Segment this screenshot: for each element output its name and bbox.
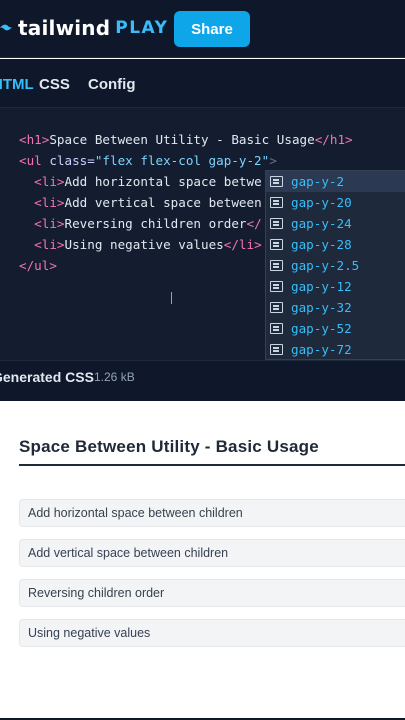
autocomplete-list[interactable]: gap-y-2 gap-y-20 gap-y-24 gap-y-28 gap-y… (265, 170, 405, 360)
code-line[interactable]: <li>Reversing children order</ (19, 213, 262, 234)
autocomplete-label: gap-y-32 (291, 300, 352, 315)
class-text-icon (270, 239, 283, 250)
tab-html[interactable]: HTML (0, 76, 34, 93)
generated-css-label[interactable]: Generated CSS (0, 369, 94, 385)
autocomplete-item[interactable]: gap-y-24 (266, 213, 405, 234)
autocomplete-item[interactable]: gap-y-2.5 (266, 255, 405, 276)
autocomplete-label: gap-y-12 (291, 279, 352, 294)
logo-play-text: PLAY (115, 18, 169, 38)
mouse-cursor-icon (171, 292, 173, 304)
list-item: Add vertical space between children (19, 539, 405, 567)
preview-pane: Space Between Utility - Basic Usage Add … (0, 401, 405, 718)
generated-css-size: 1.26 kB (94, 370, 135, 384)
code-token: Using negative values (64, 237, 224, 252)
autocomplete-item[interactable]: gap-y-20 (266, 192, 405, 213)
code-token: Space Between Utility - Basic Usage (49, 132, 315, 147)
logo-wordmark: tailwind (18, 16, 111, 40)
autocomplete-item[interactable]: gap-y-72 (266, 339, 405, 360)
code-token: <ul (19, 153, 42, 168)
code-token: <li> (34, 216, 65, 231)
list-item: Using negative values (19, 619, 405, 647)
class-text-icon (270, 323, 283, 334)
code-token: </ (246, 216, 262, 231)
heading-divider (19, 464, 405, 466)
code-token: <li> (34, 237, 65, 252)
autocomplete-label: gap-y-52 (291, 321, 352, 336)
app-header: tailwind PLAY Share (0, 0, 405, 58)
autocomplete-item[interactable]: gap-y-32 (266, 297, 405, 318)
code-token: <li> (34, 174, 65, 189)
class-text-icon (270, 281, 283, 292)
tailwind-logo-icon (0, 24, 12, 31)
class-text-icon (270, 302, 283, 313)
code-token: Reversing children order (64, 216, 247, 231)
autocomplete-item[interactable]: gap-y-2 (266, 171, 405, 192)
autocomplete-label: gap-y-28 (291, 237, 352, 252)
code-line[interactable]: <li>Add horizontal space betwe (19, 171, 262, 192)
code-line[interactable]: </ul> (19, 255, 57, 276)
autocomplete-label: gap-y-2.5 (291, 258, 360, 273)
class-text-icon (270, 260, 283, 271)
class-text-icon (270, 218, 283, 229)
tab-config[interactable]: Config (88, 76, 135, 93)
editor-tabs: HTML CSS Config (0, 59, 405, 108)
autocomplete-label: gap-y-72 (291, 342, 352, 357)
preview-heading: Space Between Utility - Basic Usage (19, 437, 319, 456)
autocomplete-label: gap-y-2 (291, 174, 345, 189)
code-token: </ul> (19, 258, 57, 273)
code-line[interactable]: <h1>Space Between Utility - Basic Usage<… (19, 129, 353, 150)
generated-css-bar[interactable]: Generated CSS 1.26 kB (0, 360, 405, 401)
code-token: Add horizontal space betwe (64, 174, 262, 189)
autocomplete-label: gap-y-20 (291, 195, 352, 210)
autocomplete-label: gap-y-24 (291, 216, 352, 231)
code-line[interactable]: <ul class="flex flex-col gap-y-2"> (19, 150, 277, 171)
code-token: </li> (223, 237, 262, 252)
tailwind-play-logo[interactable]: tailwind PLAY (0, 14, 168, 42)
list-item: Add horizontal space between children (19, 499, 405, 527)
code-token: "flex flex-col gap-y-2" (94, 153, 270, 168)
class-text-icon (270, 197, 283, 208)
code-token: </h1> (314, 132, 353, 147)
share-button[interactable]: Share (174, 11, 250, 47)
code-token: <h1> (19, 132, 50, 147)
code-token: Add vertical space between (64, 195, 262, 210)
autocomplete-item[interactable]: gap-y-28 (266, 234, 405, 255)
code-token: class= (41, 153, 95, 168)
code-line[interactable]: <li>Using negative values</li> (19, 234, 262, 255)
autocomplete-item[interactable]: gap-y-12 (266, 276, 405, 297)
class-text-icon (270, 344, 283, 355)
code-token: > (269, 153, 277, 168)
code-line[interactable]: <li>Add vertical space between (19, 192, 262, 213)
list-item: Reversing children order (19, 579, 405, 607)
autocomplete-item[interactable]: gap-y-52 (266, 318, 405, 339)
code-token: <li> (34, 195, 65, 210)
tab-css[interactable]: CSS (39, 76, 70, 93)
class-text-icon (270, 176, 283, 187)
